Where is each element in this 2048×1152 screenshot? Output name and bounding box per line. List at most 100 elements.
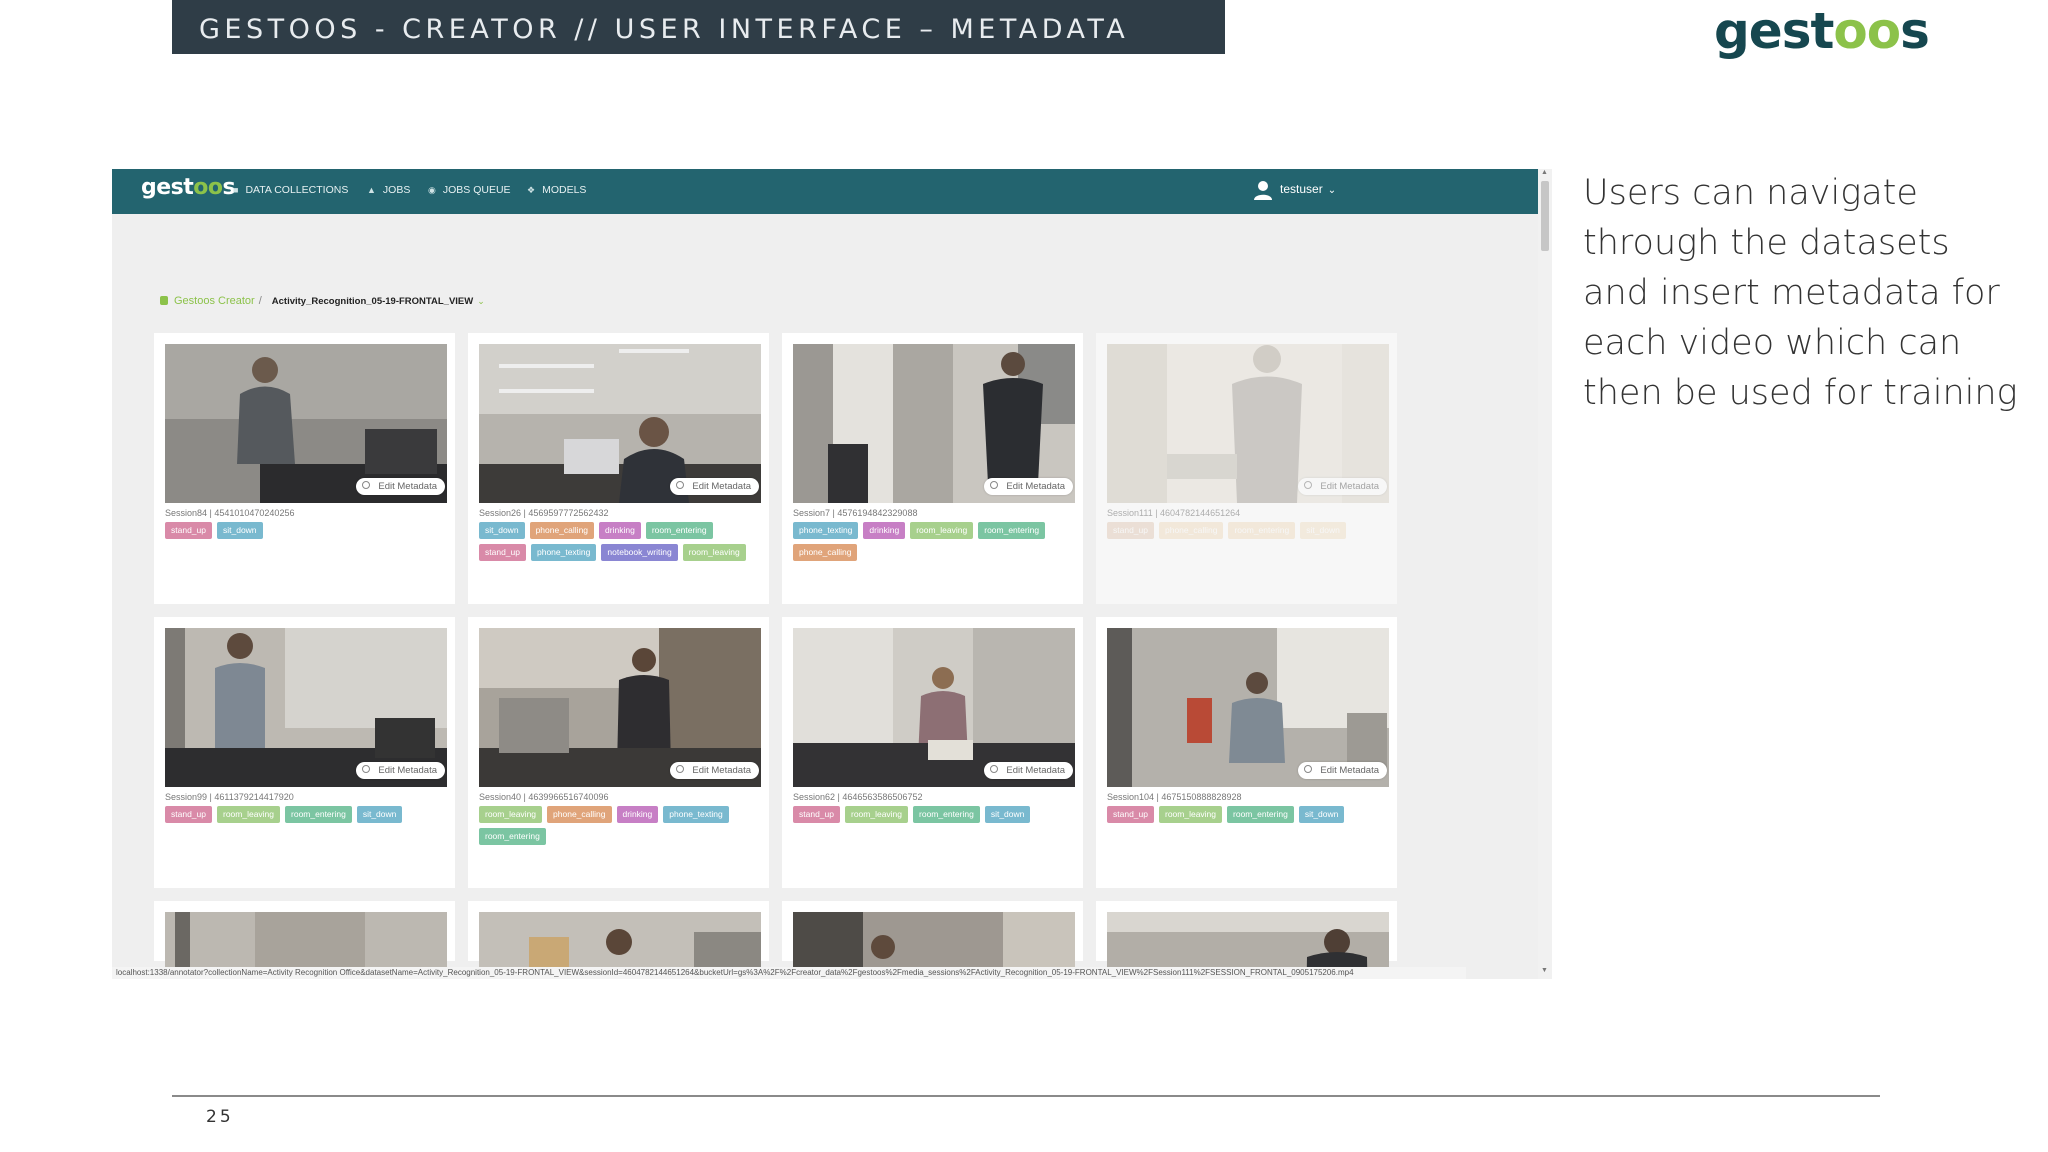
tag[interactable]: room_entering: [645, 522, 713, 539]
tag[interactable]: notebook_writing: [601, 544, 678, 561]
edit-metadata-button[interactable]: Edit Metadata: [1298, 762, 1387, 779]
edit-metadata-button[interactable]: Edit Metadata: [670, 762, 759, 779]
app-logo[interactable]: gestoos: [141, 175, 236, 200]
tag[interactable]: sit_down: [356, 806, 403, 823]
slide-title: GESTOOS - CREATOR // USER INTERFACE – ME…: [199, 14, 1130, 45]
database-icon: ■: [233, 185, 239, 195]
tag[interactable]: room_leaving: [682, 544, 746, 561]
tag-list: sit_down phone_calling drinking room_ent…: [479, 522, 764, 561]
tag[interactable]: phone_texting: [793, 522, 859, 539]
session-card[interactable]: Edit Metadata Session62 | 46465635865067…: [782, 617, 1083, 888]
tag-list: room_leaving phone_calling drinking phon…: [479, 806, 764, 845]
tag[interactable]: stand_up: [1107, 806, 1154, 823]
tag-list: phone_texting drinking room_leaving room…: [793, 522, 1078, 561]
dataset-selector[interactable]: Activity_Recognition_05-19-FRONTAL_VIEW: [272, 296, 473, 307]
queue-icon: ◉: [428, 185, 436, 195]
tag[interactable]: stand_up: [479, 544, 526, 561]
eye-icon: [1304, 481, 1313, 489]
session-title: Session84 | 4541010470240256: [165, 508, 295, 518]
tag[interactable]: sit_down: [1300, 522, 1346, 539]
session-card[interactable]: Edit Metadata Session26 | 45695977725624…: [468, 333, 769, 604]
tag[interactable]: stand_up: [1107, 522, 1154, 539]
tag[interactable]: room_entering: [285, 806, 352, 823]
session-card[interactable]: Edit Metadata Session111 | 4604782144651…: [1096, 333, 1397, 604]
model-icon: ❖: [527, 185, 536, 195]
page-number: 25: [206, 1107, 234, 1127]
eye-icon: [990, 765, 999, 773]
chevron-down-icon: ⌄: [1327, 185, 1337, 197]
app-window: gestoos ■ DATA COLLECTIONS ▲ JOBS ◉ JOBS QU…: [112, 169, 1552, 979]
status-bar-url: localhost:1338/annotator?collectionName=…: [112, 967, 1466, 979]
username: testuser: [1280, 182, 1323, 197]
tag[interactable]: room_entering: [913, 806, 980, 823]
tag[interactable]: phone_calling: [529, 522, 595, 539]
gestoos-logo: gestoos: [1714, 2, 1930, 60]
eye-icon: [990, 481, 999, 489]
nav-models[interactable]: ❖ MODELS: [527, 184, 586, 196]
edit-metadata-button[interactable]: Edit Metadata: [670, 478, 759, 495]
tag[interactable]: sit_down: [1298, 806, 1345, 823]
session-card[interactable]: Edit Metadata Session40 | 46399665167400…: [468, 617, 769, 888]
eye-icon: [1304, 765, 1313, 773]
tag[interactable]: drinking: [599, 522, 641, 539]
tag[interactable]: room_leaving: [479, 806, 543, 823]
tag-list: stand_up phone_calling room_entering sit…: [1107, 522, 1392, 539]
breadcrumb-root[interactable]: Gestoos Creator: [174, 295, 255, 307]
session-title: Session104 | 4675150888828928: [1107, 792, 1242, 802]
tag[interactable]: room_leaving: [844, 806, 909, 823]
tag[interactable]: room_entering: [978, 522, 1046, 539]
tag[interactable]: phone_calling: [793, 544, 858, 561]
tag[interactable]: phone_calling: [1158, 522, 1224, 539]
database-icon: [160, 296, 168, 305]
tag[interactable]: room_leaving: [216, 806, 281, 823]
tag[interactable]: drinking: [616, 806, 659, 823]
scrollbar[interactable]: [1538, 169, 1552, 979]
footer-divider: [172, 1095, 1880, 1097]
session-card[interactable]: [468, 901, 769, 979]
nav-jobs-queue[interactable]: ◉ JOBS QUEUE: [428, 184, 511, 196]
session-card[interactable]: [154, 901, 455, 979]
session-card[interactable]: [1096, 901, 1397, 979]
eye-icon: [362, 481, 371, 489]
nav-data-collections[interactable]: ■ DATA COLLECTIONS: [233, 184, 348, 196]
session-card[interactable]: Edit Metadata Session99 | 46113792144179…: [154, 617, 455, 888]
edit-metadata-button[interactable]: Edit Metadata: [1298, 478, 1387, 495]
nav-jobs[interactable]: ▲ JOBS: [367, 184, 410, 196]
tag-list: stand_up room_leaving room_entering sit_…: [165, 806, 450, 823]
tag[interactable]: stand_up: [165, 806, 212, 823]
session-card[interactable]: Edit Metadata Session7 | 457619484232908…: [782, 333, 1083, 604]
chevron-down-icon[interactable]: ⌄: [477, 296, 485, 306]
session-title: Session26 | 4569597772562432: [479, 508, 609, 518]
user-menu[interactable]: testuser ⌄: [1254, 180, 1336, 200]
scrollbar-thumb[interactable]: [1541, 181, 1549, 251]
eye-icon: [362, 765, 371, 773]
scroll-up-arrow-icon[interactable]: ▲: [1541, 169, 1548, 176]
tag[interactable]: phone_texting: [663, 806, 729, 823]
tag[interactable]: stand_up: [793, 806, 840, 823]
edit-metadata-button[interactable]: Edit Metadata: [984, 762, 1073, 779]
tag[interactable]: phone_texting: [530, 544, 597, 561]
session-card[interactable]: [782, 901, 1083, 979]
tag[interactable]: room_entering: [1227, 806, 1294, 823]
session-title: Session7 | 4576194842329088: [793, 508, 918, 518]
slide-description: Users can navigate through the datasets …: [1583, 173, 2018, 413]
tag[interactable]: sit_down: [984, 806, 1031, 823]
session-title: Session40 | 4639966516740096: [479, 792, 609, 802]
tag[interactable]: room_entering: [479, 828, 546, 845]
tag[interactable]: stand_up: [165, 522, 212, 539]
tag[interactable]: room_leaving: [1158, 806, 1223, 823]
tag[interactable]: sit_down: [216, 522, 263, 539]
tag[interactable]: sit_down: [479, 522, 525, 539]
session-card[interactable]: Edit Metadata Session84 | 45410104702402…: [154, 333, 455, 604]
tag[interactable]: room_leaving: [910, 522, 974, 539]
tag[interactable]: room_entering: [1228, 522, 1296, 539]
session-card[interactable]: Edit Metadata Session104 | 4675150888828…: [1096, 617, 1397, 888]
tag[interactable]: phone_calling: [547, 806, 612, 823]
edit-metadata-button[interactable]: Edit Metadata: [984, 478, 1073, 495]
edit-metadata-button[interactable]: Edit Metadata: [356, 762, 445, 779]
scroll-down-arrow-icon[interactable]: ▼: [1541, 967, 1548, 974]
session-title: Session111 | 4604782144651264: [1107, 508, 1241, 518]
session-title: Session62 | 4646563586506752: [793, 792, 923, 802]
tag[interactable]: drinking: [863, 522, 906, 539]
edit-metadata-button[interactable]: Edit Metadata: [356, 478, 445, 495]
